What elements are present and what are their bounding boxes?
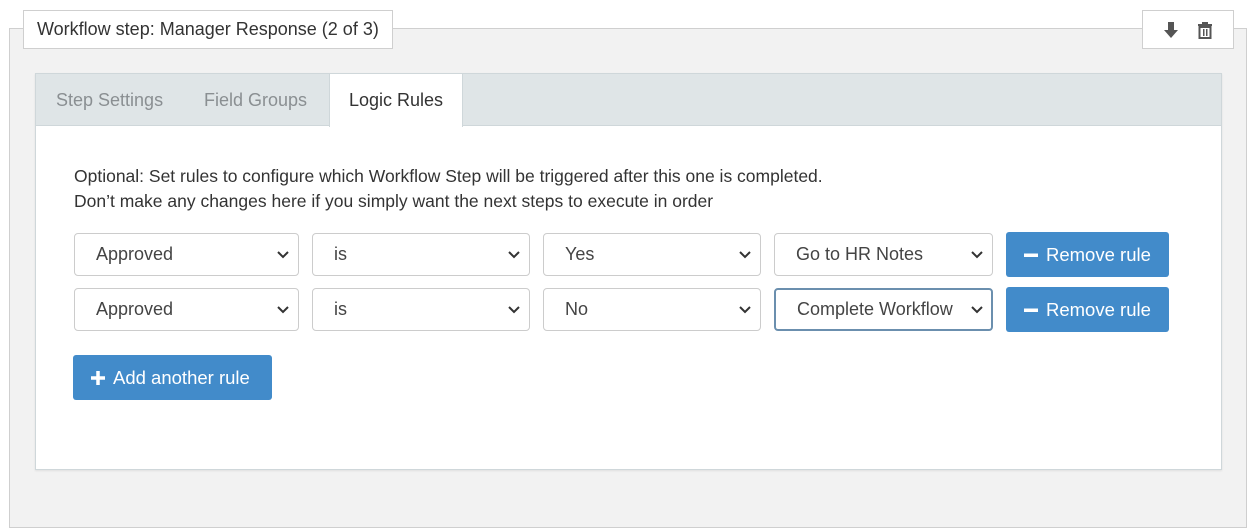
minus-icon bbox=[1024, 308, 1038, 312]
description-line-1: Optional: Set rules to configure which W… bbox=[74, 166, 823, 186]
step-actions bbox=[1142, 10, 1234, 49]
chevron-down-icon bbox=[508, 305, 520, 313]
rule-1-target-select[interactable]: Go to HR Notes bbox=[774, 233, 993, 276]
rule-1-value-value: Yes bbox=[565, 244, 595, 264]
rule-2-remove-button[interactable]: Remove rule bbox=[1006, 287, 1169, 332]
minus-icon bbox=[1024, 253, 1038, 257]
rule-1-operator-select[interactable]: is bbox=[312, 233, 530, 276]
rule-2-field-value: Approved bbox=[96, 299, 174, 319]
tab-field-groups[interactable]: Field Groups bbox=[204, 74, 307, 126]
rule-1-field-select[interactable]: Approved bbox=[74, 233, 299, 276]
rule-2-field-select[interactable]: Approved bbox=[74, 288, 299, 331]
chevron-down-icon bbox=[739, 250, 751, 258]
add-rule-button[interactable]: Add another rule bbox=[73, 355, 272, 400]
rule-2-value-select[interactable]: No bbox=[543, 288, 761, 331]
trash-icon[interactable] bbox=[1195, 19, 1215, 41]
rule-2-value-value: No bbox=[565, 299, 589, 319]
tab-step-settings[interactable]: Step Settings bbox=[56, 74, 163, 126]
rule-1-remove-label: Remove rule bbox=[1046, 244, 1151, 265]
logic-rules-description: Optional: Set rules to configure which W… bbox=[74, 164, 823, 214]
chevron-down-icon bbox=[508, 250, 520, 258]
chevron-down-icon bbox=[971, 305, 983, 314]
rule-1-operator-value: is bbox=[334, 244, 347, 264]
rule-1-field-value: Approved bbox=[96, 244, 174, 264]
move-down-icon[interactable] bbox=[1161, 19, 1181, 41]
rule-2-target-value: Complete Workflow bbox=[797, 299, 953, 319]
rule-2-operator-value: is bbox=[334, 299, 347, 319]
step-title: Workflow step: Manager Response (2 of 3) bbox=[23, 10, 393, 49]
chevron-down-icon bbox=[277, 305, 289, 313]
rule-1-value-select[interactable]: Yes bbox=[543, 233, 761, 276]
rule-1-target-value: Go to HR Notes bbox=[796, 244, 924, 264]
add-rule-label: Add another rule bbox=[113, 367, 250, 388]
rule-2-target-select[interactable]: Complete Workflow bbox=[774, 288, 993, 331]
plus-icon bbox=[91, 370, 105, 385]
description-line-2: Don’t make any changes here if you simpl… bbox=[74, 191, 714, 211]
tab-logic-rules[interactable]: Logic Rules bbox=[329, 74, 464, 127]
rule-2-remove-label: Remove rule bbox=[1046, 299, 1151, 320]
rule-1-remove-button[interactable]: Remove rule bbox=[1006, 232, 1169, 277]
rule-2-operator-select[interactable]: is bbox=[312, 288, 530, 331]
chevron-down-icon bbox=[971, 250, 983, 258]
chevron-down-icon bbox=[739, 305, 751, 313]
chevron-down-icon bbox=[277, 250, 289, 258]
tab-bar: Step Settings Field Groups Logic Rules bbox=[36, 74, 1221, 127]
